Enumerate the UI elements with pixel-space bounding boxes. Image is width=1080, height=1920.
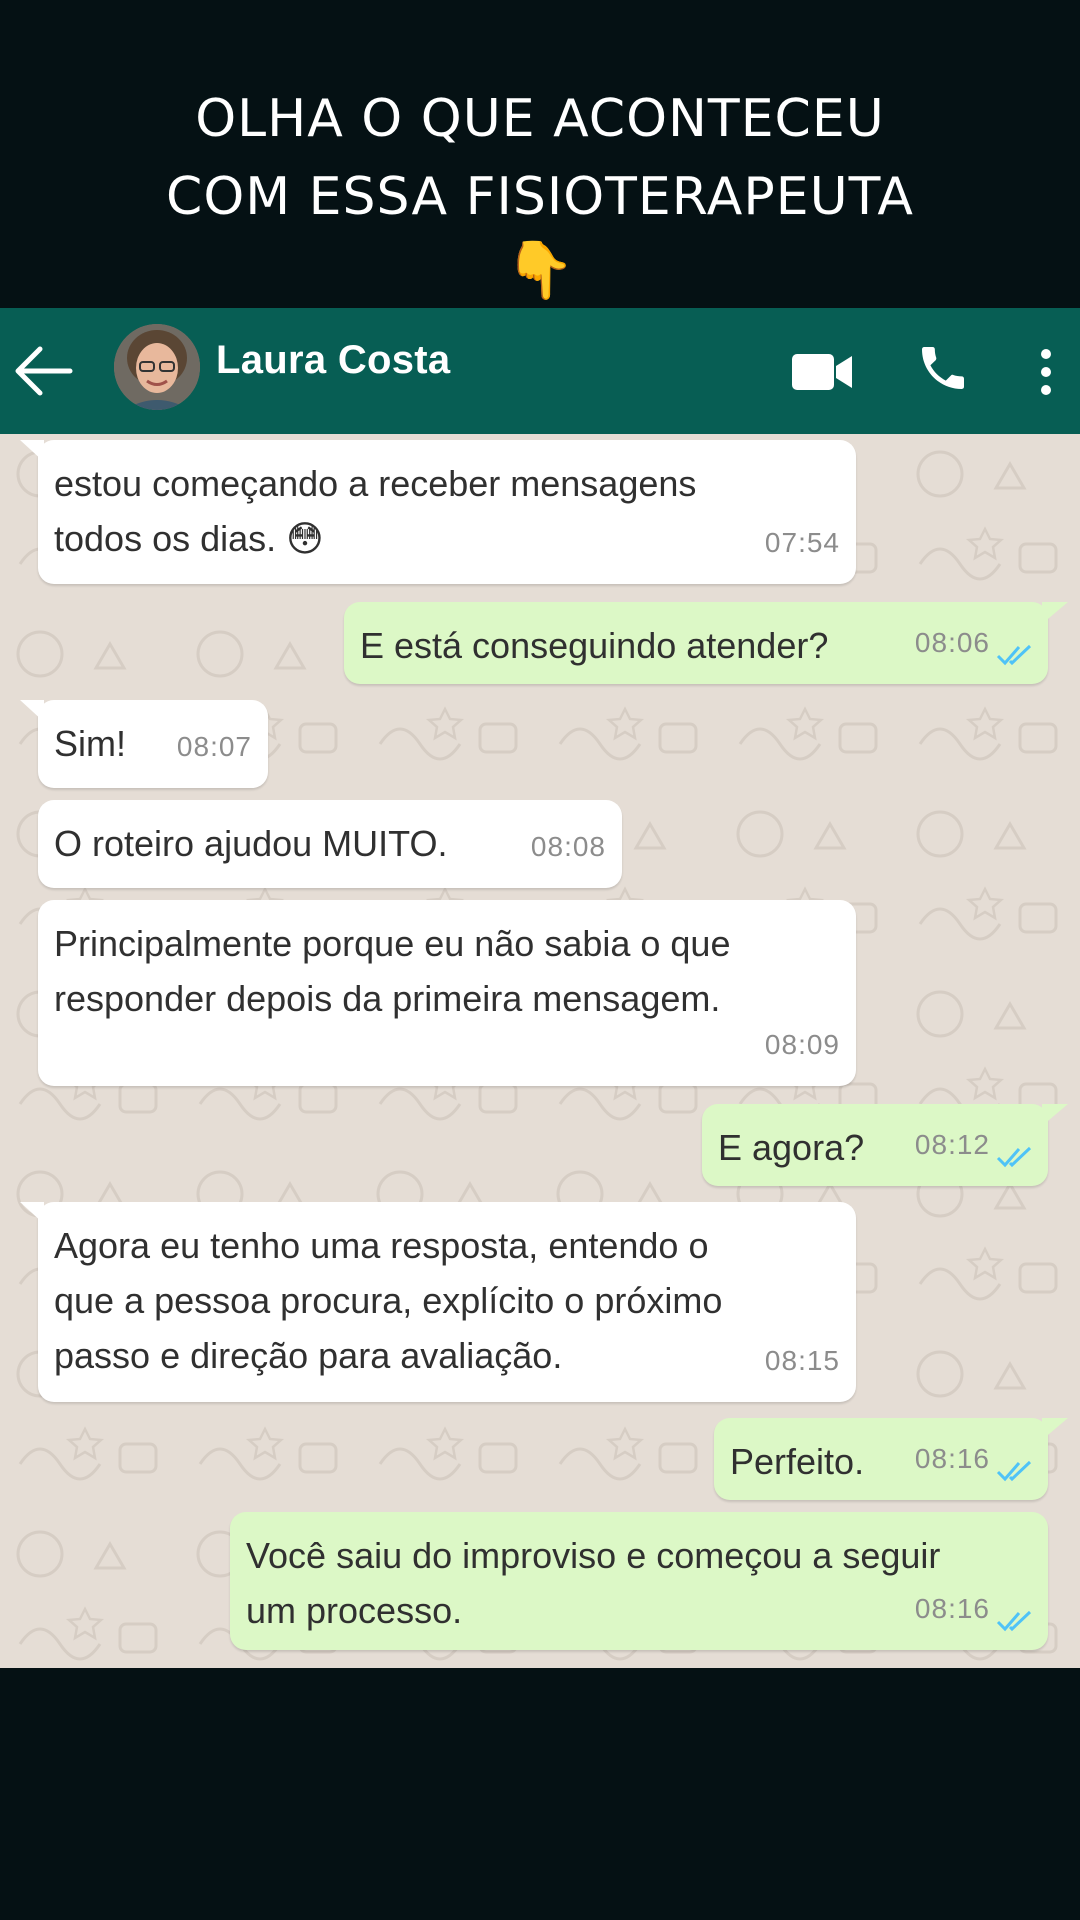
video-call-icon[interactable] <box>790 346 854 398</box>
message-text: O roteiro ajudou MUITO. <box>54 823 448 864</box>
bubble-tail <box>1042 1418 1068 1440</box>
read-ticks-icon <box>996 1610 1032 1632</box>
message-bubble-incoming[interactable]: Principalmente porque eu não sabia o que… <box>38 900 856 1086</box>
bubble-tail <box>1042 602 1068 624</box>
message-bubble-outgoing[interactable]: E agora? 08:12 <box>702 1104 1068 1186</box>
bubble-tail <box>20 1202 44 1224</box>
read-ticks-icon <box>996 1146 1032 1168</box>
chat-header: Laura Costa <box>0 308 1080 434</box>
read-ticks-icon <box>996 1460 1032 1482</box>
message-bubble-outgoing[interactable]: E está conseguindo atender? 08:06 <box>344 602 1068 684</box>
message-time: 08:06 <box>914 627 990 658</box>
caption-line-2: COM ESSA FISIOTERAPEUTA <box>166 167 914 227</box>
bubble-tail <box>20 440 44 462</box>
message-bubble-outgoing[interactable]: Você saiu do improviso e começou a segui… <box>230 1512 1048 1650</box>
message-time: 08:16 <box>914 1443 990 1474</box>
message-bubble-incoming[interactable]: Agora eu tenho uma resposta, entendo o q… <box>20 1202 856 1402</box>
back-arrow-icon[interactable] <box>14 344 74 398</box>
message-time: 08:07 <box>176 731 252 762</box>
message-bubble-incoming[interactable]: O roteiro ajudou MUITO. 08:08 <box>38 800 622 888</box>
message-time: 08:12 <box>914 1129 990 1160</box>
chat-area[interactable]: estou começando a receber mensagens todo… <box>0 434 1080 1668</box>
pointing-down-emoji: 👇 <box>505 238 575 301</box>
message-text: Agora eu tenho uma resposta, entendo o q… <box>54 1225 723 1376</box>
message-bubble-incoming[interactable]: Sim! 08:07 <box>20 700 268 788</box>
message-time: 08:08 <box>530 831 606 862</box>
phone-icon[interactable] <box>915 340 971 396</box>
message-text: Principalmente porque eu não sabia o que… <box>54 923 731 1019</box>
read-ticks-icon <box>996 644 1032 666</box>
message-time: 07:54 <box>764 527 840 558</box>
bubble-tail <box>1042 1104 1068 1126</box>
message-text: estou começando a receber mensagens todo… <box>54 463 697 559</box>
caption-line-1: OLHA O QUE ACONTECEU <box>195 89 885 149</box>
avatar[interactable] <box>114 324 200 410</box>
contact-name[interactable]: Laura Costa <box>216 338 450 383</box>
promo-caption: OLHA O QUE ACONTECEU COM ESSA FISIOTERAP… <box>0 0 1080 308</box>
message-bubble-incoming[interactable]: estou começando a receber mensagens todo… <box>20 440 856 584</box>
message-bubble-outgoing[interactable]: Perfeito. 08:16 <box>714 1418 1068 1500</box>
bubble-tail <box>20 700 44 722</box>
message-time: 08:16 <box>914 1593 990 1624</box>
message-time: 08:09 <box>764 1029 840 1060</box>
more-options-icon[interactable] <box>1038 344 1054 400</box>
message-time: 08:15 <box>764 1345 840 1376</box>
